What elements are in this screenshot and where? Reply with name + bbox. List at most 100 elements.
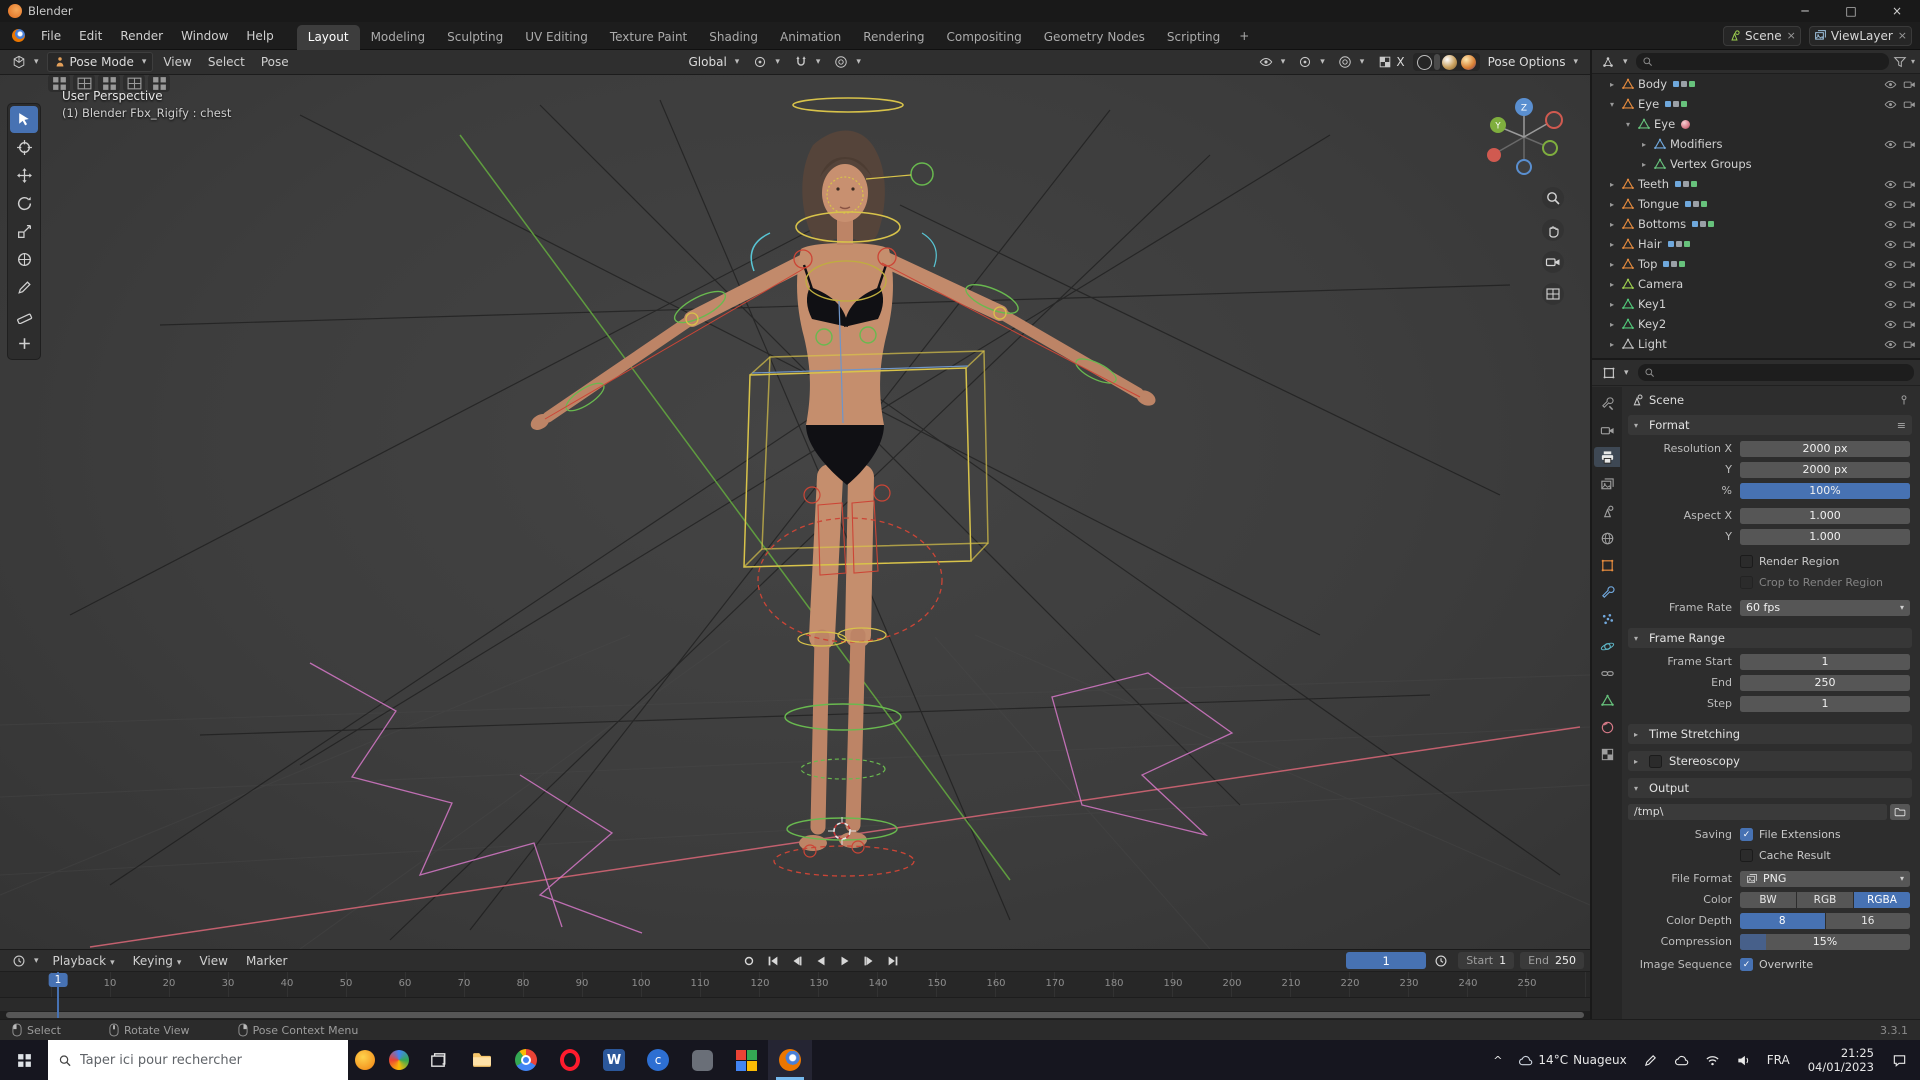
hide-viewport-eye-icon[interactable] bbox=[1884, 338, 1897, 351]
disable-render-camera-icon[interactable] bbox=[1903, 138, 1916, 151]
disable-render-camera-icon[interactable] bbox=[1903, 238, 1916, 251]
expand-arrow-icon[interactable]: ▾ bbox=[1606, 100, 1618, 109]
outliner-item-label[interactable]: Eye bbox=[1638, 97, 1659, 111]
outliner-item-label[interactable]: Camera bbox=[1638, 277, 1683, 291]
outliner-item-label[interactable]: Light bbox=[1638, 337, 1667, 351]
disable-render-camera-icon[interactable] bbox=[1903, 78, 1916, 91]
overlay-toggle-button-3[interactable] bbox=[98, 75, 120, 92]
editor-type-button[interactable] bbox=[6, 53, 45, 71]
next-keyframe-button[interactable] bbox=[858, 952, 880, 970]
tab-modifiers[interactable] bbox=[1594, 582, 1620, 602]
workspace-tab[interactable]: UV Editing bbox=[514, 25, 599, 50]
frame-end-field[interactable]: End 250 bbox=[1520, 952, 1584, 969]
resolution-y-field[interactable]: 2000 px bbox=[1740, 461, 1910, 478]
disable-render-camera-icon[interactable] bbox=[1903, 198, 1916, 211]
task-view-button[interactable] bbox=[416, 1040, 460, 1080]
breadcrumb-scene-label[interactable]: Scene bbox=[1649, 393, 1684, 407]
output-path-field[interactable]: /tmp\ bbox=[1628, 803, 1887, 820]
depth-16-option[interactable]: 16 bbox=[1825, 912, 1910, 929]
toggle-ortho-button[interactable] bbox=[1542, 283, 1564, 305]
frame-end-prop-field[interactable]: 250 bbox=[1740, 674, 1910, 691]
outliner-item-label[interactable]: Vertex Groups bbox=[1670, 157, 1752, 171]
outliner-item-label[interactable]: Key1 bbox=[1638, 297, 1666, 311]
expand-arrow-icon[interactable]: ▸ bbox=[1606, 200, 1618, 209]
hide-viewport-eye-icon[interactable] bbox=[1884, 98, 1897, 111]
search-input[interactable] bbox=[79, 1052, 338, 1068]
add-primitive-tool[interactable] bbox=[10, 330, 38, 357]
frame-step-field[interactable]: 1 bbox=[1740, 695, 1910, 712]
cache-result-checkbox[interactable] bbox=[1740, 849, 1753, 862]
file-explorer-button[interactable] bbox=[460, 1040, 504, 1080]
disable-render-camera-icon[interactable] bbox=[1903, 178, 1916, 191]
expand-arrow-icon[interactable]: ▸ bbox=[1638, 140, 1650, 149]
tab-render[interactable] bbox=[1594, 420, 1620, 440]
overlay-toggle-button-4[interactable] bbox=[123, 75, 145, 92]
material-shading-button[interactable] bbox=[1441, 54, 1457, 70]
workspace-tab[interactable]: Compositing bbox=[935, 25, 1032, 50]
viewport-menu-item[interactable]: Pose bbox=[253, 52, 297, 72]
expand-arrow-icon[interactable]: ▸ bbox=[1638, 160, 1650, 169]
color-rgb-option[interactable]: RGB bbox=[1797, 891, 1853, 908]
frame-start-field[interactable]: Start 1 bbox=[1458, 952, 1515, 969]
blender-menu-button[interactable] bbox=[8, 28, 28, 44]
gizmo-y-neg-axis[interactable] bbox=[1542, 140, 1558, 156]
object-visibility-dropdown[interactable] bbox=[1253, 53, 1292, 71]
record-button[interactable] bbox=[738, 952, 760, 970]
hide-viewport-eye-icon[interactable] bbox=[1884, 278, 1897, 291]
outliner-row[interactable]: ▸ Camera bbox=[1592, 274, 1920, 294]
outliner-item-label[interactable]: Modifiers bbox=[1670, 137, 1723, 151]
tab-material[interactable] bbox=[1594, 717, 1620, 737]
outliner-row[interactable]: ▸ Key2 bbox=[1592, 314, 1920, 334]
crop-region-checkbox[interactable] bbox=[1740, 576, 1753, 589]
workspace-tab[interactable]: Geometry Nodes bbox=[1033, 25, 1156, 50]
gizmo-x-axis[interactable] bbox=[1545, 111, 1563, 129]
play-reverse-button[interactable] bbox=[810, 952, 832, 970]
outliner-row[interactable]: ▾ Eye bbox=[1592, 114, 1920, 134]
3d-viewport[interactable]: User Perspective (1) Blender Fbx_Rigify … bbox=[0, 75, 1590, 949]
tab-texture[interactable] bbox=[1594, 744, 1620, 764]
viewport-menu-item[interactable]: View bbox=[155, 52, 199, 72]
overlay-toggle-button-2[interactable] bbox=[73, 75, 95, 92]
hide-viewport-eye-icon[interactable] bbox=[1884, 178, 1897, 191]
hide-viewport-eye-icon[interactable] bbox=[1884, 318, 1897, 331]
color-bw-option[interactable]: BW bbox=[1740, 891, 1796, 908]
expand-arrow-icon[interactable]: ▾ bbox=[1622, 120, 1634, 129]
properties-editor-type-button[interactable] bbox=[1598, 365, 1633, 381]
workspace-tab[interactable]: Layout bbox=[296, 24, 360, 50]
snap-dropdown[interactable] bbox=[788, 53, 827, 71]
navigation-gizmo[interactable]: Z Y bbox=[1476, 89, 1572, 185]
stereoscopy-checkbox[interactable] bbox=[1649, 754, 1662, 768]
outliner-item-label[interactable]: Key2 bbox=[1638, 317, 1666, 331]
outliner-row[interactable]: ▸ Key1 bbox=[1592, 294, 1920, 314]
timeline-scroll-thumb[interactable] bbox=[6, 1012, 1584, 1018]
character-model[interactable] bbox=[528, 130, 1158, 851]
tab-scene[interactable] bbox=[1594, 501, 1620, 521]
app-blue-button[interactable]: c bbox=[636, 1040, 680, 1080]
hide-viewport-eye-icon[interactable] bbox=[1884, 78, 1897, 91]
add-workspace-button[interactable]: + bbox=[1231, 24, 1257, 48]
expand-arrow-icon[interactable]: ▸ bbox=[1606, 320, 1618, 329]
blender-taskbar-button[interactable] bbox=[768, 1040, 812, 1080]
disable-render-camera-icon[interactable] bbox=[1903, 298, 1916, 311]
outliner-item-label[interactable]: Eye bbox=[1654, 117, 1675, 131]
cursor-tool[interactable] bbox=[10, 134, 38, 161]
solid-shading-button[interactable] bbox=[1433, 54, 1440, 70]
aspect-x-field[interactable]: 1.000 bbox=[1740, 507, 1910, 524]
hide-viewport-eye-icon[interactable] bbox=[1884, 138, 1897, 151]
menu-item[interactable]: Help bbox=[237, 25, 282, 47]
pivot-point-dropdown[interactable] bbox=[747, 53, 786, 71]
unlink-scene-icon[interactable]: × bbox=[1787, 29, 1796, 42]
jump-to-end-button[interactable] bbox=[882, 952, 904, 970]
tab-view-layer[interactable] bbox=[1594, 474, 1620, 494]
outliner-row[interactable]: ▸ Light bbox=[1592, 334, 1920, 354]
properties-search-field[interactable] bbox=[1637, 364, 1914, 381]
workspace-tab[interactable]: Shading bbox=[698, 25, 769, 50]
depth-8-option[interactable]: 8 bbox=[1740, 912, 1825, 929]
hide-viewport-eye-icon[interactable] bbox=[1884, 218, 1897, 231]
compression-slider[interactable]: 15% bbox=[1740, 933, 1910, 950]
timeline-menu-item[interactable]: Marker bbox=[238, 952, 295, 970]
menu-item[interactable]: Edit bbox=[70, 25, 111, 47]
timeline-menu-item[interactable]: Playback bbox=[45, 952, 123, 970]
tray-onedrive-button[interactable] bbox=[1666, 1040, 1697, 1080]
format-section-header[interactable]: ▾ Format ≡ bbox=[1628, 415, 1912, 435]
